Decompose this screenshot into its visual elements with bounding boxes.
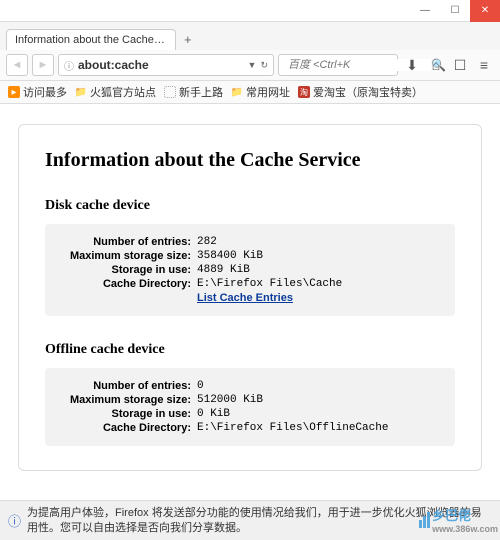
offline-cache-heading: Offline cache device [45,342,455,358]
content-area: Information about the Cache Service Disk… [0,104,500,513]
bookmark-common-sites[interactable]: 📁常用网址 [231,84,290,100]
value: 358400 KiB [197,250,263,262]
reload-icon[interactable]: ↻ [260,60,268,71]
value: E:\Firefox Files\OfflineCache [197,422,388,434]
search-box[interactable]: 🔍 [278,54,398,76]
value: 0 KiB [197,408,230,420]
window-controls: — ☐ ✕ [410,0,500,22]
globe-icon: ⓘ [64,58,74,73]
navigation-toolbar: ◄ ► ⓘ ▼ ↻ 🔍 ⬇ ⌂ ☐ ≡ [0,50,500,81]
maximize-button[interactable]: ☐ [440,0,470,22]
watermark-bars-icon [419,512,430,528]
bookmark-firefox-official[interactable]: 📁火狐官方站点 [75,84,156,100]
offline-cache-panel: Number of entries:0 Maximum storage size… [45,368,455,446]
bookmark-getting-started[interactable]: 新手上路 [164,84,223,100]
label: Cache Directory: [59,422,197,434]
info-icon: ⓘ [8,511,21,530]
value: 4889 KiB [197,264,250,276]
downloads-button[interactable]: ⬇ [402,55,422,75]
label: Number of entries: [59,380,197,392]
url-dropdown-icon[interactable]: ▼ [248,60,257,70]
forward-button[interactable]: ► [32,54,54,76]
folder-icon: 📁 [75,86,87,98]
window-title-bar: — ☐ ✕ [0,0,500,22]
label: Storage in use: [59,408,197,420]
url-bar[interactable]: ⓘ ▼ ↻ [58,54,274,76]
label: Number of entries: [59,236,197,248]
rss-icon: ▸ [8,86,20,98]
tab-strip: Information about the Cache S... + [0,22,500,50]
hamburger-menu-icon[interactable]: ≡ [474,55,494,75]
label: Maximum storage size: [59,250,197,262]
folder-icon: 📁 [231,86,243,98]
page-icon [164,86,176,98]
new-tab-button[interactable]: + [176,29,200,50]
page-card: Information about the Cache Service Disk… [18,124,482,471]
home-button[interactable]: ⌂ [426,55,446,75]
page-title: Information about the Cache Service [45,149,455,172]
minimize-button[interactable]: — [410,0,440,22]
value: 282 [197,236,217,248]
value: 512000 KiB [197,394,263,406]
bookmark-most-visited[interactable]: ▸访问最多 [8,84,67,100]
watermark-url: www.386w.com [432,524,498,534]
watermark: 乡巴佬 www.386w.com [419,505,498,534]
watermark-text: 乡巴佬 [432,508,471,523]
value: 0 [197,380,204,392]
taobao-icon: 淘 [298,86,310,98]
url-input[interactable] [78,58,244,72]
bookmarks-toolbar: ▸访问最多 📁火狐官方站点 新手上路 📁常用网址 淘爱淘宝（原淘宝特卖） [0,81,500,104]
value: E:\Firefox Files\Cache [197,278,342,290]
tab-active[interactable]: Information about the Cache S... [6,29,176,50]
close-button[interactable]: ✕ [470,0,500,22]
label: Maximum storage size: [59,394,197,406]
back-button[interactable]: ◄ [6,54,28,76]
disk-cache-heading: Disk cache device [45,198,455,214]
disk-cache-panel: Number of entries:282 Maximum storage si… [45,224,455,316]
label: Storage in use: [59,264,197,276]
bookmark-aitaobao[interactable]: 淘爱淘宝（原淘宝特卖） [298,84,423,100]
label: Cache Directory: [59,278,197,290]
bookmark-star-button[interactable]: ☐ [450,55,470,75]
list-cache-entries-link[interactable]: List Cache Entries [197,292,293,304]
